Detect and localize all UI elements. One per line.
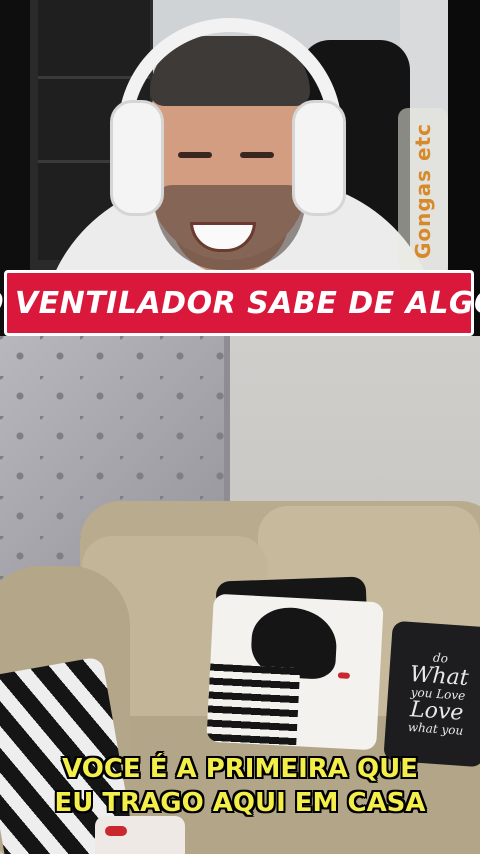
watermark-text: Gongas etc [411,122,435,259]
pillow-print-stripes [206,663,301,749]
lettering-pillow: do What you Love Love what you [383,620,480,768]
channel-watermark: Gongas etc [398,108,448,273]
title-text: O VENTILADOR SABE DE ALGO [0,285,480,321]
lips-print-pillow [95,816,185,854]
pillow-text-line: what you [407,720,464,739]
portrait-print-pillow [206,593,384,751]
pillow-print-lips [337,672,351,679]
subtitle-line-2: EU TRAGO AQUI EM CASA [54,788,426,818]
title-banner: O VENTILADOR SABE DE ALGO [0,270,480,336]
pillow-lips [105,826,127,836]
subtitle-caption: VOCE É A PRIMEIRA QUE EU TRAGO AQUI EM C… [0,752,480,820]
subtitle-line-1: VOCE É A PRIMEIRA QUE [62,754,418,784]
headphones-left-earcup [110,100,164,216]
headphones-right-earcup [292,100,346,216]
